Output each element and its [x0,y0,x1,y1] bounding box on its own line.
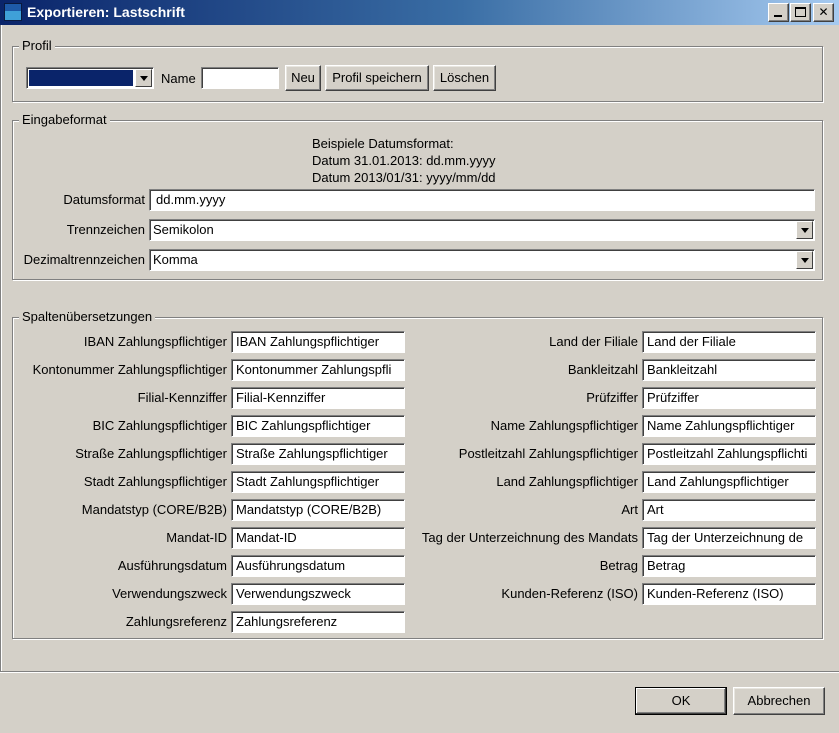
column-label-right: Bankleitzahl [567,362,638,377]
profile-dropdown-button[interactable] [135,69,152,87]
column-input-right[interactable]: Land Zahlungspflichtiger [642,471,816,493]
date-format-input[interactable]: dd.mm.yyyy [149,189,815,211]
window-title: Exportieren: Lastschrift [27,4,185,20]
column-input-right[interactable]: Kunden-Referenz (ISO) [642,583,816,605]
column-label-left: Stadt Zahlungspflichtiger [83,474,227,489]
column-input-left[interactable]: Stadt Zahlungspflichtiger [231,471,405,493]
save-profile-button[interactable]: Profil speichern [325,65,429,91]
column-label-right: Name Zahlungspflichtiger [490,418,638,433]
column-input-left[interactable]: Verwendungszweck [231,583,405,605]
separator-select[interactable]: Semikolon [149,219,815,241]
column-input-right[interactable]: Tag der Unterzeichnung de [642,527,816,549]
close-icon: ✕ [818,5,829,19]
column-label-left: Verwendungszweck [112,586,227,601]
maximize-button[interactable] [790,3,811,22]
separator-label: Trennzeichen [66,222,145,237]
examples-heading: Beispiele Datumsformat: [312,136,454,151]
column-input-right[interactable]: Postleitzahl Zahlungspflichti [642,443,816,465]
cancel-button[interactable]: Abbrechen [733,687,825,715]
column-label-right: Land der Filiale [549,334,638,349]
minimize-button[interactable] [768,3,789,22]
column-label-left: IBAN Zahlungspflichtiger [83,334,227,349]
window-border [0,25,2,671]
column-label-right: Tag der Unterzeichnung des Mandats [421,530,638,545]
date-format-label: Datumsformat [63,192,145,207]
column-input-left[interactable]: IBAN Zahlungspflichtiger [231,331,405,353]
column-label-left: Zahlungsreferenz [125,614,227,629]
separator-dropdown-button[interactable] [796,221,813,239]
column-label-right: Kunden-Referenz (ISO) [501,586,638,601]
decimal-separator-value: Komma [153,252,198,267]
title-bar[interactable]: Exportieren: Lastschrift ✕ [0,0,839,25]
column-input-right[interactable]: Land der Filiale [642,331,816,353]
chevron-down-icon [140,76,148,81]
separator-value: Semikolon [153,222,214,237]
column-label-left: Ausführungsdatum [117,558,227,573]
column-label-right: Land Zahlungspflichtiger [496,474,638,489]
new-profile-button[interactable]: Neu [285,65,321,91]
chevron-down-icon [801,228,809,233]
profile-name-label: Name [161,71,196,86]
column-input-left[interactable]: Mandatstyp (CORE/B2B) [231,499,405,521]
column-label-left: Mandat-ID [166,530,227,545]
profile-selected-value [29,70,133,86]
delete-profile-button[interactable]: Löschen [433,65,496,91]
maximize-icon [795,7,806,17]
column-label-left: Straße Zahlungspflichtiger [75,446,227,461]
column-input-left[interactable]: Ausführungsdatum [231,555,405,577]
date-format-examples: Beispiele Datumsformat: Datum 31.01.2013… [312,135,496,186]
app-icon [4,3,22,21]
column-label-left: Kontonummer Zahlungspflichtiger [32,362,227,377]
minimize-icon [774,15,782,17]
column-input-left[interactable]: Filial-Kennziffer [231,387,405,409]
decimal-separator-select[interactable]: Komma [149,249,815,271]
close-button[interactable]: ✕ [813,3,834,22]
input-format-legend: Eingabeformat [19,112,110,127]
column-label-right: Art [621,502,638,517]
profile-legend: Profil [19,38,55,53]
column-input-left[interactable]: Mandat-ID [231,527,405,549]
example-ddmmyyyy: Datum 31.01.2013: dd.mm.yyyy [312,153,496,168]
footer-separator [0,671,839,673]
column-input-left[interactable]: Zahlungsreferenz [231,611,405,633]
profile-select[interactable] [26,67,154,89]
profile-name-input[interactable] [201,67,279,89]
column-mapping-legend: Spaltenübersetzungen [19,309,156,324]
decimal-separator-label: Dezimaltrennzeichen [23,252,145,267]
column-input-right[interactable]: Prüfziffer [642,387,816,409]
column-input-left[interactable]: BIC Zahlungspflichtiger [231,415,405,437]
column-input-right[interactable]: Name Zahlungspflichtiger [642,415,816,437]
column-input-left[interactable]: Straße Zahlungspflichtiger [231,443,405,465]
ok-button[interactable]: OK [635,687,727,715]
column-label-left: Mandatstyp (CORE/B2B) [81,502,227,517]
column-input-right[interactable]: Art [642,499,816,521]
column-label-left: Filial-Kennziffer [137,390,227,405]
column-label-right: Betrag [599,558,638,573]
column-label-left: BIC Zahlungspflichtiger [92,418,227,433]
column-label-right: Postleitzahl Zahlungspflichtiger [458,446,638,461]
chevron-down-icon [801,258,809,263]
column-input-right[interactable]: Bankleitzahl [642,359,816,381]
example-yyyymmdd: Datum 2013/01/31: yyyy/mm/dd [312,170,496,185]
column-input-right[interactable]: Betrag [642,555,816,577]
decimal-dropdown-button[interactable] [796,251,813,269]
column-input-left[interactable]: Kontonummer Zahlungspfli [231,359,405,381]
column-label-right: Prüfziffer [586,390,638,405]
